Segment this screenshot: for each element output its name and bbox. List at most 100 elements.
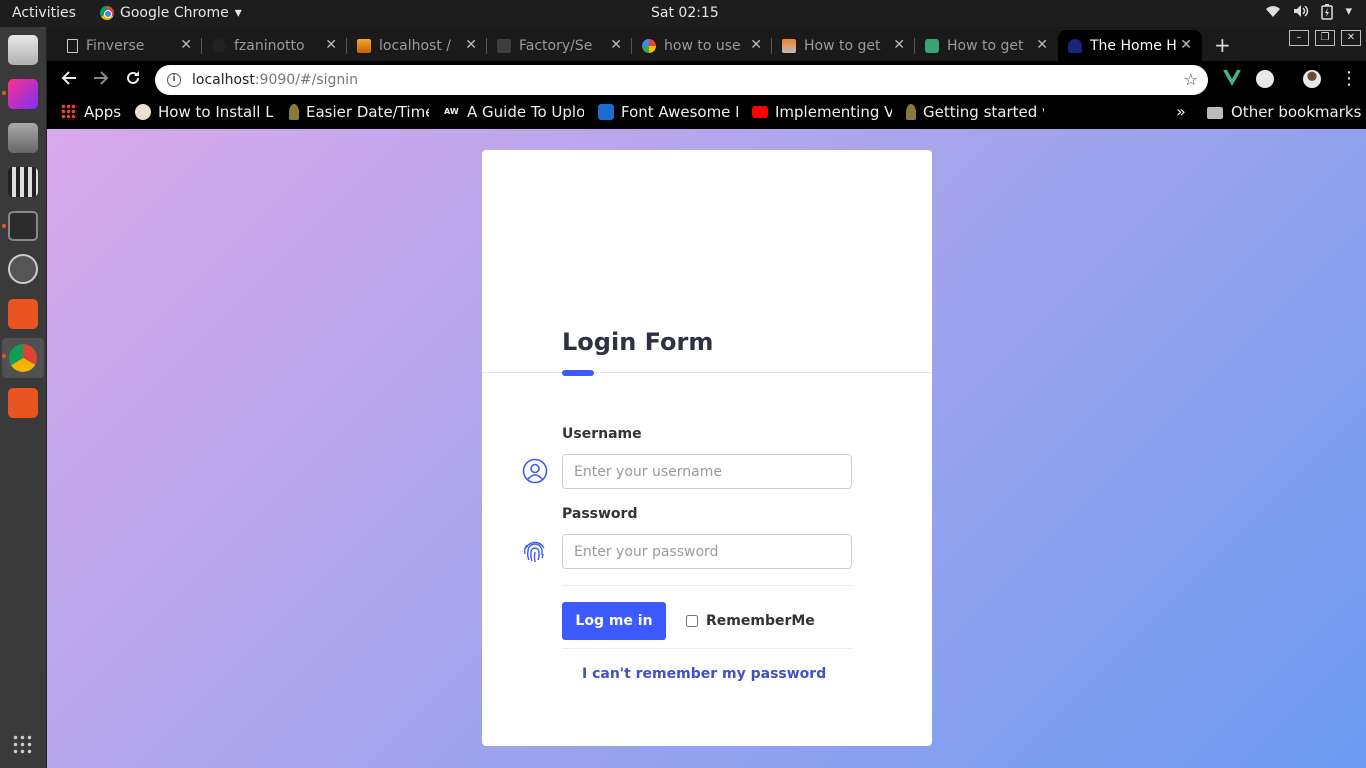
bookmark-star-icon[interactable]: ☆ [1184,70,1198,89]
close-icon[interactable]: ✕ [1036,37,1048,53]
bookmark-guide-upload[interactable]: AW A Guide To Uploa [444,103,584,121]
phpmyadmin-icon [357,38,371,53]
running-indicator [2,224,6,228]
laracasts-icon [925,38,939,53]
maximize-button[interactable]: ❐ [1315,30,1335,46]
bookmark-getting-started[interactable]: Getting started v [906,103,1044,121]
close-icon[interactable]: ✕ [1180,37,1192,53]
remember-me-checkbox[interactable] [686,615,698,627]
tab-label: localhost / [379,37,452,54]
show-applications-icon[interactable] [12,734,34,756]
login-button[interactable]: Log me in [562,602,666,640]
ubuntu-dock [0,27,47,768]
close-icon[interactable]: ✕ [893,37,905,53]
tab-label: Factory/Se [519,37,593,54]
tab-google-search[interactable]: how to use ✕ [632,30,772,61]
tab-stackoverflow[interactable]: How to get ✕ [772,30,915,61]
bookmark-icon [906,104,916,120]
bookmark-label: Apps [84,103,122,121]
tab-label: The Home H [1090,37,1177,54]
other-bookmarks[interactable]: Other bookmarks [1207,103,1361,121]
bookmark-label: Getting started v [923,103,1044,121]
installer-icon[interactable] [8,123,38,153]
activities-button[interactable]: Activities [12,5,76,21]
close-icon[interactable]: ✕ [465,37,477,53]
bookmarks-overflow-button[interactable]: » [1176,102,1186,121]
phpstorm-icon[interactable] [8,79,38,109]
remember-me-label: RememberMe [706,613,815,629]
tab-laracasts[interactable]: How to get ✕ [915,30,1058,61]
back-arrow-icon [61,71,76,85]
username-input[interactable] [562,454,852,489]
vue-devtools-icon[interactable] [1223,70,1241,88]
bookmark-implementing-vue[interactable]: Implementing Vu [752,103,892,121]
tab-label: fzaninotto [234,37,305,54]
bookmark-label: Font Awesome Ic [621,103,738,121]
running-indicator [2,354,6,358]
system-tray[interactable]: ▾ [1265,4,1352,24]
video-editor-icon[interactable] [8,167,38,197]
files-manager-icon[interactable] [8,35,38,65]
login-card: Login Form Username Password Log me in R… [482,150,932,746]
chrome-dock-item[interactable] [2,338,44,378]
tab-label: how to use [664,37,741,54]
close-window-button[interactable]: ✕ [1341,30,1361,46]
reload-icon [127,71,139,84]
tab-label: Finverse [86,37,145,54]
bookmark-label: A Guide To Uploa [467,103,584,121]
chrome-menu-icon[interactable]: ⋮ [1340,68,1358,89]
bookmarks-bar: Apps How to Install La Easier Date/Time … [47,99,1366,129]
document-icon [67,38,78,53]
forward-button[interactable] [93,70,109,91]
password-label: Password [562,506,638,522]
tab-localhost[interactable]: localhost / ✕ [347,30,487,61]
aw-icon: AW [444,107,459,116]
bookmark-icon [135,104,151,120]
screenshot-icon[interactable] [8,388,38,418]
clock[interactable]: Sat 02:15 [651,5,719,21]
close-icon[interactable]: ✕ [750,37,762,53]
battery-icon [1321,4,1334,24]
close-icon[interactable]: ✕ [180,37,192,53]
flag-icon [598,104,614,120]
avatar[interactable] [1303,70,1321,88]
info-icon[interactable]: i [167,73,181,87]
bookmark-apps[interactable]: Apps [61,103,121,121]
ubuntu-software-icon[interactable] [8,299,38,329]
terminal-icon[interactable] [8,211,38,241]
youtube-icon [752,106,768,118]
app-menu-label: Google Chrome [120,5,229,21]
bookmark-install-laravel[interactable]: How to Install La [135,103,273,121]
tab-factory[interactable]: Factory/Se ✕ [487,30,632,61]
extension-icon[interactable] [1256,70,1274,88]
user-icon [522,458,548,484]
close-icon[interactable]: ✕ [325,37,337,53]
forgot-password-link[interactable]: I can't remember my password [582,666,826,682]
reload-button[interactable] [125,70,141,91]
power-menu-chevron-icon: ▾ [1345,4,1352,19]
address-bar[interactable]: i localhost:9090/#/signin ☆ [155,65,1208,95]
bookmark-label: Implementing Vu [775,103,892,121]
github-icon [212,38,226,53]
bookmark-font-awesome[interactable]: Font Awesome Ic [598,103,738,121]
tab-finverse[interactable]: Finverse ✕ [57,30,202,61]
remember-me[interactable]: RememberMe [686,613,815,629]
tab-fzaninotto[interactable]: fzaninotto ✕ [202,30,347,61]
bookmark-easier-datetime[interactable]: Easier Date/Time [289,103,429,121]
bookmark-label: How to Install La [158,103,273,121]
login-title: Login Form [562,328,714,356]
app-menu[interactable]: Google Chrome ▾ [100,5,242,21]
folder-icon [1207,107,1223,119]
chrome-icon [9,344,37,372]
bookmark-icon [289,104,299,120]
tab-the-home[interactable]: The Home H ✕ [1058,30,1202,61]
tab-label: How to get [804,37,881,54]
minimize-button[interactable]: – [1289,30,1309,46]
new-tab-button[interactable]: + [1214,33,1231,57]
divider [562,648,852,649]
password-input[interactable] [562,534,852,569]
fingerprint-icon [522,538,548,564]
close-icon[interactable]: ✕ [610,37,622,53]
back-button[interactable] [61,70,77,91]
software-updater-icon[interactable] [8,254,38,284]
